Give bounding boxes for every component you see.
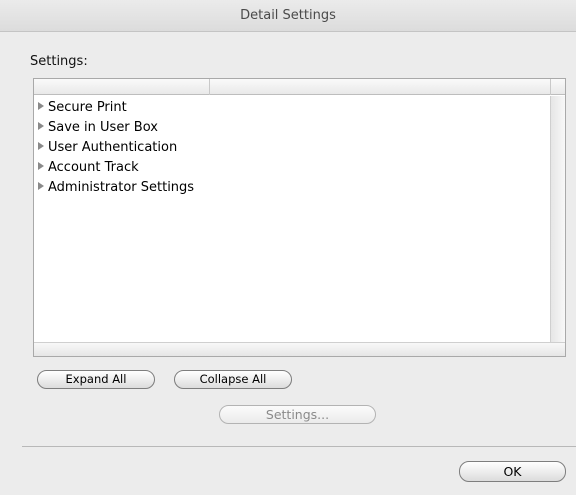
tree-item-account-track[interactable]: Account Track [38,158,139,178]
tree-item-save-in-user-box[interactable]: Save in User Box [38,118,158,138]
window-title-bar[interactable]: Detail Settings [0,0,576,32]
tree-item-label: Secure Print [48,100,127,115]
tree-item-secure-print[interactable]: Secure Print [38,98,127,118]
tree-item-label: Account Track [48,160,139,175]
vertical-scrollbar[interactable] [550,96,565,342]
settings-label: Settings: [30,54,88,69]
column-divider[interactable] [550,79,551,95]
disclosure-triangle-right-icon[interactable] [38,122,44,130]
tree-item-label: User Authentication [48,140,178,155]
tree-item-administrator-settings[interactable]: Administrator Settings [38,178,194,198]
window-title: Detail Settings [240,8,336,23]
column-divider[interactable] [209,79,210,95]
disclosure-triangle-right-icon[interactable] [38,182,44,190]
tree-item-label: Save in User Box [48,120,158,135]
settings-button[interactable]: Settings... [219,405,376,424]
settings-tree-table[interactable]: Secure Print Save in User Box User Authe… [33,78,566,357]
tree-list: Secure Print Save in User Box User Authe… [34,96,550,342]
ok-button[interactable]: OK [459,461,566,482]
table-header [34,79,565,95]
disclosure-triangle-right-icon[interactable] [38,102,44,110]
tree-item-label: Administrator Settings [48,180,195,195]
disclosure-triangle-right-icon[interactable] [38,162,44,170]
expand-all-button[interactable]: Expand All [37,370,155,389]
collapse-all-button[interactable]: Collapse All [174,370,292,389]
separator [22,446,576,447]
horizontal-scrollbar[interactable] [34,342,565,356]
disclosure-triangle-right-icon[interactable] [38,142,44,150]
tree-item-user-authentication[interactable]: User Authentication [38,138,177,158]
